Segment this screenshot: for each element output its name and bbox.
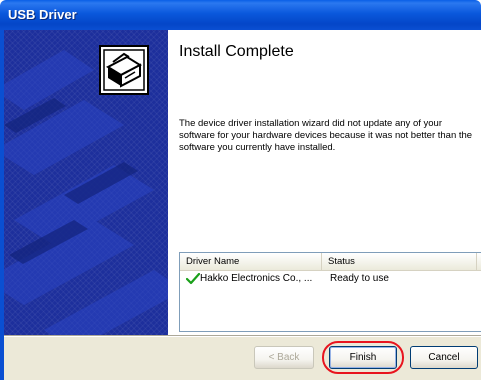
checkmark-icon: [186, 273, 200, 285]
back-button[interactable]: < Back: [254, 346, 314, 369]
driver-list[interactable]: Driver Name Status Hakko Electronics Co.…: [179, 252, 481, 332]
window-title: USB Driver: [8, 7, 77, 22]
installer-box-icon: [99, 45, 149, 95]
wizard-button-bar: < Back Finish Cancel: [4, 337, 481, 380]
table-row[interactable]: Hakko Electronics Co., ... Ready to use: [180, 271, 481, 287]
driver-list-header: Driver Name Status: [180, 253, 481, 271]
finish-button[interactable]: Finish: [329, 346, 397, 369]
driver-status-cell: Ready to use: [330, 273, 389, 284]
install-description: The device driver installation wizard di…: [179, 118, 473, 153]
title-bar[interactable]: USB Driver: [0, 0, 481, 30]
wizard-side-panel: [4, 30, 168, 335]
page-title: Install Complete: [179, 43, 294, 60]
driver-name-cell: Hakko Electronics Co., ...: [200, 273, 313, 284]
column-header-driver-name[interactable]: Driver Name: [180, 253, 322, 270]
finish-button-label: Finish: [349, 352, 377, 363]
usb-driver-wizard-window: USB Driver Install Complete The device d…: [0, 0, 481, 380]
wizard-content: Install Complete The device driver insta…: [168, 30, 481, 335]
cancel-button-label: Cancel: [428, 352, 460, 363]
back-button-label: < Back: [268, 352, 300, 363]
column-header-status[interactable]: Status: [322, 253, 477, 270]
cancel-button[interactable]: Cancel: [410, 346, 478, 369]
